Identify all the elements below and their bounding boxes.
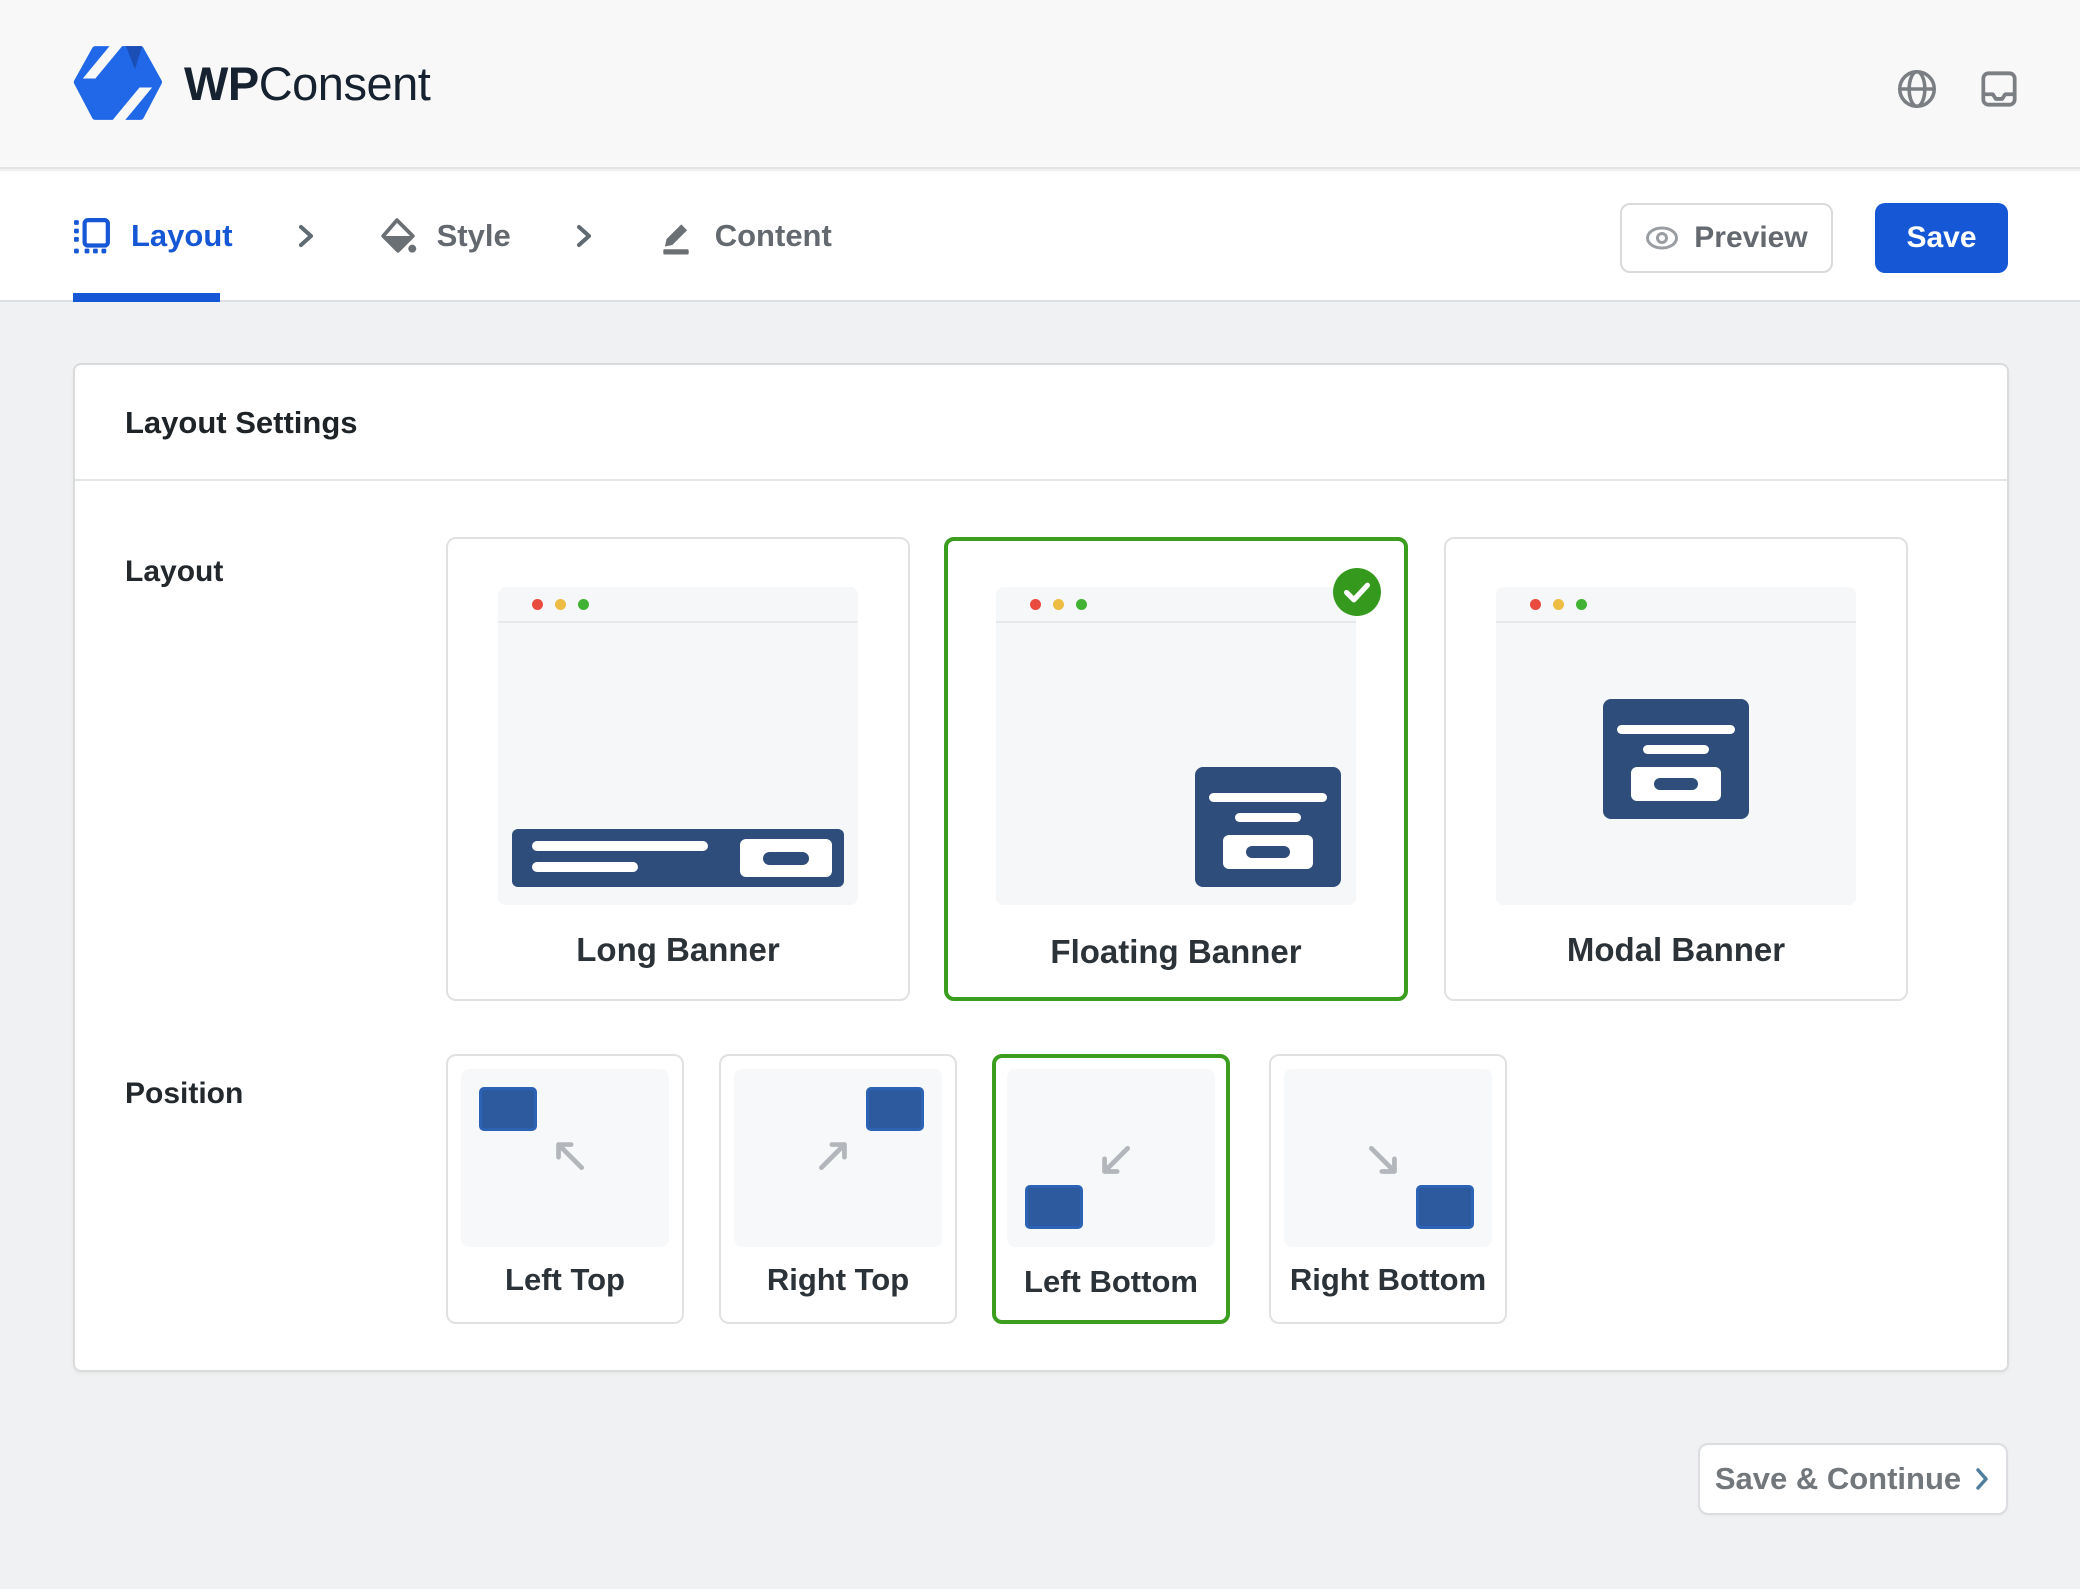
window-dot-green bbox=[1576, 599, 1587, 610]
window-dot-green bbox=[1076, 599, 1087, 610]
banner-button-graphic bbox=[740, 839, 832, 877]
banner-text-line bbox=[1235, 813, 1301, 822]
wpconsent-logo-text: WPConsent bbox=[184, 56, 430, 111]
layout-option-label: Modal Banner bbox=[1446, 931, 1906, 969]
position-option-label: Left Bottom bbox=[996, 1264, 1226, 1300]
banner-button-pill bbox=[1246, 846, 1290, 858]
app-header: WPConsent bbox=[0, 0, 2080, 169]
browser-mockup-bar bbox=[1496, 587, 1856, 623]
banner-text-line bbox=[532, 862, 638, 872]
active-tab-underline bbox=[73, 293, 220, 302]
save-and-continue-button[interactable]: Save & Continue bbox=[1698, 1443, 2008, 1515]
browser-mockup-body bbox=[1496, 623, 1856, 903]
panel-title: Layout Settings bbox=[125, 405, 358, 441]
tab-content[interactable]: Content bbox=[657, 217, 832, 255]
arrow-down-left-icon bbox=[1093, 1141, 1135, 1183]
position-option-left-bottom[interactable]: Left Bottom bbox=[992, 1054, 1230, 1324]
arrow-up-left-icon bbox=[547, 1133, 589, 1175]
layout-row-label: Layout bbox=[125, 555, 223, 589]
position-preview bbox=[1284, 1069, 1492, 1247]
position-option-right-bottom[interactable]: Right Bottom bbox=[1269, 1054, 1507, 1324]
nav-tabs: Layout Style Conten bbox=[73, 171, 832, 300]
banner-text-line bbox=[532, 841, 708, 851]
inbox-icon[interactable] bbox=[1976, 66, 2022, 112]
layout-icon bbox=[73, 217, 111, 255]
window-dot-yellow bbox=[1553, 599, 1564, 610]
browser-mockup-bar bbox=[498, 587, 858, 623]
nav-actions: Preview Save bbox=[1620, 203, 2008, 273]
position-preview bbox=[1007, 1069, 1215, 1247]
banner-position-rect bbox=[1416, 1185, 1474, 1229]
position-option-left-top[interactable]: Left Top bbox=[446, 1054, 684, 1324]
pencil-icon bbox=[657, 217, 695, 255]
position-option-label: Right Bottom bbox=[1271, 1262, 1505, 1298]
tab-layout[interactable]: Layout bbox=[73, 217, 233, 255]
chevron-right-icon bbox=[295, 224, 317, 248]
banner-position-rect bbox=[866, 1087, 924, 1131]
long-banner-graphic bbox=[512, 829, 844, 887]
browser-mockup-body bbox=[996, 623, 1356, 903]
layout-option-label: Floating Banner bbox=[948, 933, 1404, 971]
position-option-right-top[interactable]: Right Top bbox=[719, 1054, 957, 1324]
save-button[interactable]: Save bbox=[1875, 203, 2008, 273]
tab-style[interactable]: Style bbox=[379, 217, 511, 255]
window-dot-red bbox=[1030, 599, 1041, 610]
banner-text-line bbox=[1643, 745, 1709, 754]
window-dot-yellow bbox=[555, 599, 566, 610]
browser-mockup bbox=[498, 587, 858, 905]
browser-mockup bbox=[1496, 587, 1856, 905]
arrow-up-right-icon bbox=[814, 1133, 856, 1175]
layout-option-modal-banner[interactable]: Modal Banner bbox=[1444, 537, 1908, 1001]
banner-position-rect bbox=[1025, 1185, 1083, 1229]
position-preview bbox=[461, 1069, 669, 1247]
selected-check-badge bbox=[1332, 567, 1382, 617]
wpconsent-settings-page: WPConsent bbox=[0, 0, 2080, 1589]
position-preview bbox=[734, 1069, 942, 1247]
layout-option-floating-banner[interactable]: Floating Banner bbox=[944, 537, 1408, 1001]
floating-banner-graphic bbox=[1195, 767, 1341, 887]
window-dot-red bbox=[1530, 599, 1541, 610]
banner-button-pill bbox=[763, 852, 809, 865]
save-and-continue-label: Save & Continue bbox=[1715, 1461, 1961, 1497]
panel-title-row: Layout Settings bbox=[75, 365, 2007, 481]
layout-option-long-banner[interactable]: Long Banner bbox=[446, 537, 910, 1001]
wpconsent-logo-icon bbox=[72, 42, 162, 124]
globe-icon[interactable] bbox=[1894, 66, 1940, 112]
banner-button-graphic bbox=[1631, 767, 1721, 801]
banner-button-graphic bbox=[1223, 835, 1313, 869]
tab-style-label: Style bbox=[437, 218, 511, 254]
eye-icon bbox=[1645, 226, 1679, 250]
brand-consent: Consent bbox=[259, 57, 431, 110]
arrow-down-right-icon bbox=[1364, 1141, 1406, 1183]
modal-banner-graphic bbox=[1603, 699, 1749, 819]
browser-mockup-body bbox=[498, 623, 858, 903]
chevron-right-icon bbox=[1973, 1466, 1991, 1492]
chevron-right-icon bbox=[573, 224, 595, 248]
banner-position-rect bbox=[479, 1087, 537, 1131]
window-dot-green bbox=[578, 599, 589, 610]
layout-settings-panel: Layout Settings Layout bbox=[73, 363, 2009, 1372]
paint-bucket-icon bbox=[379, 217, 417, 255]
position-option-label: Left Top bbox=[448, 1262, 682, 1298]
settings-nav: Layout Style Conten bbox=[0, 171, 2080, 302]
brand-wp: WP bbox=[184, 57, 259, 110]
window-dot-red bbox=[532, 599, 543, 610]
banner-button-pill bbox=[1654, 778, 1698, 790]
banner-text-line bbox=[1209, 793, 1327, 802]
window-dot-yellow bbox=[1053, 599, 1064, 610]
tab-layout-label: Layout bbox=[131, 218, 233, 254]
preview-button[interactable]: Preview bbox=[1620, 203, 1833, 273]
banner-text-line bbox=[1617, 725, 1735, 734]
browser-mockup bbox=[996, 587, 1356, 905]
position-option-label: Right Top bbox=[721, 1262, 955, 1298]
layout-option-label: Long Banner bbox=[448, 931, 908, 969]
browser-mockup-bar bbox=[996, 587, 1356, 623]
tab-content-label: Content bbox=[715, 218, 832, 254]
save-button-label: Save bbox=[1906, 221, 1976, 255]
wpconsent-logo: WPConsent bbox=[72, 42, 430, 124]
preview-button-label: Preview bbox=[1694, 221, 1807, 255]
header-actions bbox=[1894, 66, 2022, 112]
position-row-label: Position bbox=[125, 1077, 243, 1111]
